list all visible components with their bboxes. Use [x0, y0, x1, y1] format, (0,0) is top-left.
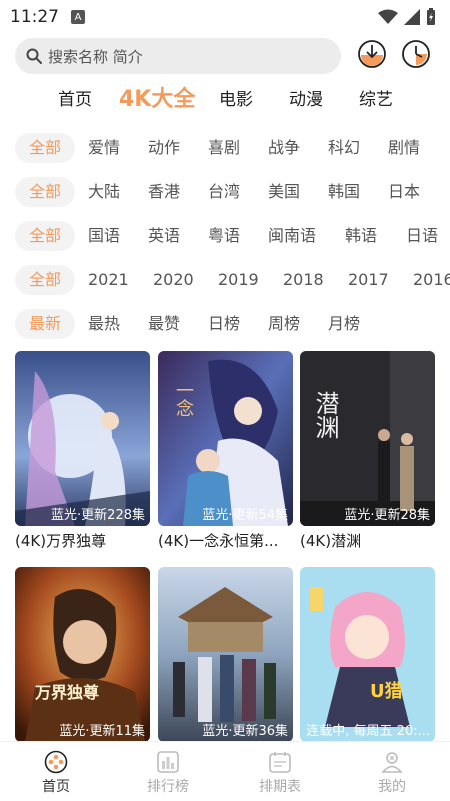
poster-title-art: U猎: [370, 681, 403, 702]
filter-item[interactable]: 战争: [268, 131, 300, 165]
tab-anime[interactable]: 动漫: [289, 80, 323, 120]
filter-item[interactable]: 大陆: [88, 175, 120, 209]
filter-item[interactable]: 2017: [348, 263, 389, 297]
update-badge: 蓝光·更新11集: [59, 724, 145, 739]
filter-item[interactable]: 2016: [413, 263, 450, 297]
media-card[interactable]: 蓝光·更新36集: [158, 567, 293, 742]
filter-chip-all[interactable]: 全部: [15, 177, 75, 207]
poster-title-art: 一念: [173, 381, 194, 417]
media-card[interactable]: 潜渊 蓝光·更新28集 (4K)潜渊: [300, 351, 435, 551]
filter-item[interactable]: 科幻: [328, 131, 360, 165]
poster-title-art: 万界独尊: [35, 683, 100, 702]
search-icon: [26, 48, 42, 64]
filter-item[interactable]: 周榜: [268, 307, 300, 341]
status-time: 11:27: [10, 7, 59, 27]
nav-ranking[interactable]: 排行榜: [112, 742, 224, 801]
card-title: (4K)一念永恒第...: [158, 532, 279, 550]
tab-movies[interactable]: 电影: [219, 80, 253, 120]
notification-icon: A: [71, 10, 85, 24]
user-icon: [381, 752, 403, 773]
filter-item[interactable]: 韩语: [345, 219, 377, 253]
update-badge: 连载中, 每周五 20:...: [306, 724, 430, 739]
tab-home[interactable]: 首页: [58, 80, 92, 120]
filter-row-sort: 最新 最热 最赞 日榜 周榜 月榜: [0, 307, 450, 341]
update-badge: 蓝光·更新54集: [202, 508, 288, 523]
filter-row-genre: 全部 爱情 动作 喜剧 战争 科幻 剧情: [0, 131, 450, 165]
poster-image: U猎 连载中, 每周五 20:...: [300, 567, 435, 742]
signal-icon: [404, 9, 420, 25]
search-placeholder: 搜索名称 简介: [48, 47, 143, 66]
poster-image: 一念 蓝光·更新54集: [158, 351, 293, 526]
update-badge: 蓝光·更新36集: [202, 724, 288, 739]
search-row: 搜索名称 简介: [0, 36, 450, 76]
film-reel-icon: [44, 750, 68, 774]
status-bar: 11:27 A: [0, 0, 450, 34]
filter-item[interactable]: 闽南语: [268, 219, 316, 253]
nav-label: 我的: [378, 779, 406, 795]
battery-icon: [427, 8, 435, 25]
tab-4k[interactable]: 4K大全: [119, 80, 195, 120]
nav-profile[interactable]: 我的: [336, 742, 448, 801]
filter-item[interactable]: 国语: [88, 219, 120, 253]
update-badge: 蓝光·更新28集: [344, 508, 430, 523]
tab-variety[interactable]: 综艺: [359, 80, 393, 120]
media-card[interactable]: 万界独尊 蓝光·更新11集: [15, 567, 150, 742]
filter-item[interactable]: 日榜: [208, 307, 240, 341]
update-badge: 蓝光·更新228集: [51, 508, 145, 523]
status-indicators: [378, 8, 436, 26]
filter-chip-all[interactable]: 全部: [15, 221, 75, 251]
filter-item[interactable]: 最赞: [148, 307, 180, 341]
history-icon[interactable]: [401, 39, 431, 69]
filter-item[interactable]: 2021: [88, 263, 129, 297]
category-tabs: 首页 4K大全 电影 动漫 综艺: [0, 80, 450, 120]
nav-schedule[interactable]: 排期表: [224, 742, 336, 801]
filter-row-language: 全部 国语 英语 粤语 闽南语 韩语 日语: [0, 219, 450, 253]
filter-item[interactable]: 动作: [148, 131, 180, 165]
filter-chip-all[interactable]: 全部: [15, 265, 75, 295]
filter-item[interactable]: 最热: [88, 307, 120, 341]
filter-item[interactable]: 2018: [283, 263, 324, 297]
filter-row-year: 全部 2021 2020 2019 2018 2017 2016: [0, 263, 450, 297]
filter-item[interactable]: 台湾: [208, 175, 240, 209]
filter-item[interactable]: 喜剧: [208, 131, 240, 165]
filter-item[interactable]: 美国: [268, 175, 300, 209]
wifi-icon: [378, 9, 398, 24]
poster-image: 蓝光·更新228集: [15, 351, 150, 526]
filter-item[interactable]: 剧情: [388, 131, 420, 165]
poster-image: 潜渊 蓝光·更新28集: [300, 351, 435, 526]
nav-label: 排行榜: [147, 779, 189, 795]
download-icon[interactable]: [357, 39, 387, 69]
nav-label: 排期表: [259, 779, 301, 795]
search-input[interactable]: 搜索名称 简介: [15, 38, 341, 74]
media-card[interactable]: 一念 蓝光·更新54集 (4K)一念永恒第...: [158, 351, 293, 551]
filter-item[interactable]: 爱情: [88, 131, 120, 165]
poster-image: 万界独尊 蓝光·更新11集: [15, 567, 150, 742]
filter-row-region: 全部 大陆 香港 台湾 美国 韩国 日本: [0, 175, 450, 209]
media-card[interactable]: 蓝光·更新228集 (4K)万界独尊: [15, 351, 150, 551]
card-title: (4K)潜渊: [300, 532, 362, 550]
chart-icon: [157, 751, 179, 773]
filter-item[interactable]: 2019: [218, 263, 259, 297]
filter-item[interactable]: 香港: [148, 175, 180, 209]
media-card[interactable]: U猎 连载中, 每周五 20:...: [300, 567, 435, 742]
poster-image: 蓝光·更新36集: [158, 567, 293, 742]
filter-item[interactable]: 韩国: [328, 175, 360, 209]
card-title: (4K)万界独尊: [15, 532, 107, 550]
filter-item[interactable]: 2020: [153, 263, 194, 297]
poster-title-art: 潜渊: [311, 391, 339, 439]
filter-item[interactable]: 日本: [388, 175, 420, 209]
nav-home[interactable]: 首页: [0, 742, 112, 801]
calendar-icon: [269, 752, 291, 773]
filter-item[interactable]: 月榜: [328, 307, 360, 341]
bottom-nav: 首页 排行榜 排期表 我的: [0, 741, 450, 801]
filter-chip-latest[interactable]: 最新: [15, 309, 75, 339]
filter-item[interactable]: 英语: [148, 219, 180, 253]
filter-chip-all[interactable]: 全部: [15, 133, 75, 163]
filter-item[interactable]: 粤语: [208, 219, 240, 253]
filter-item[interactable]: 日语: [406, 219, 438, 253]
nav-label: 首页: [42, 779, 70, 795]
